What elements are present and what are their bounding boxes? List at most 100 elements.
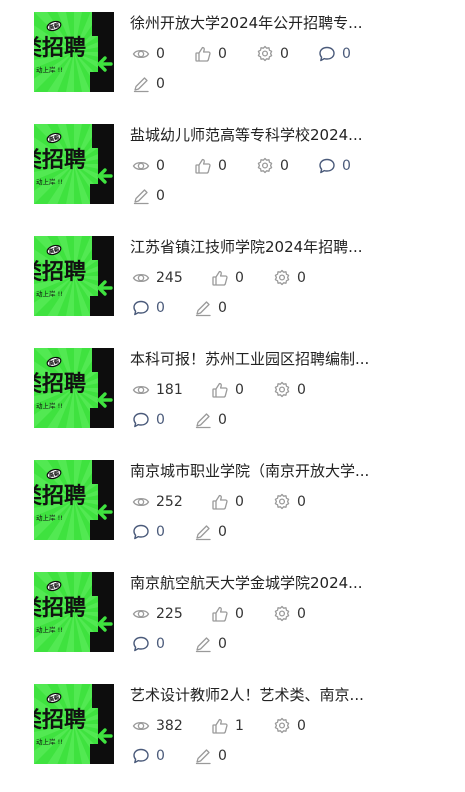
gear-star-icon[interactable] bbox=[256, 45, 280, 63]
thumbs-up-icon[interactable] bbox=[194, 45, 218, 63]
edits-stat[interactable]: 0 bbox=[194, 410, 227, 430]
views-stat: 181 bbox=[132, 380, 183, 400]
list-item[interactable]: 高薪 类招聘 动上岸 !! 徐州开放大学2024年公开招聘专... 0 0 0 … bbox=[0, 0, 465, 100]
article-title[interactable]: 本科可报！苏州工业园区招聘编制... bbox=[130, 348, 385, 370]
gear-star-icon[interactable] bbox=[256, 157, 280, 175]
eye-icon bbox=[132, 381, 156, 399]
likes-stat[interactable]: 1 bbox=[211, 716, 244, 736]
likes-stat[interactable]: 0 bbox=[211, 268, 244, 288]
comments-stat[interactable]: 0 bbox=[132, 298, 165, 318]
comments-stat[interactable]: 0 bbox=[318, 44, 351, 64]
favorites-stat[interactable]: 0 bbox=[273, 492, 306, 512]
comments-stat[interactable]: 0 bbox=[132, 522, 165, 542]
comments-stat[interactable]: 0 bbox=[132, 410, 165, 430]
list-item[interactable]: 高薪 类招聘 动上岸 !! 本科可报！苏州工业园区招聘编制... 181 0 0… bbox=[0, 336, 465, 436]
pencil-icon[interactable] bbox=[132, 187, 156, 205]
article-title[interactable]: 南京航空航天大学金城学院2024... bbox=[130, 572, 385, 594]
pencil-icon[interactable] bbox=[194, 299, 218, 317]
likes-stat[interactable]: 0 bbox=[211, 380, 244, 400]
gear-star-icon[interactable] bbox=[273, 605, 297, 623]
thumbs-up-icon[interactable] bbox=[211, 717, 235, 735]
svg-text:类招聘: 类招聘 bbox=[34, 708, 86, 733]
comment-bubble-icon[interactable] bbox=[132, 299, 156, 317]
article-thumbnail[interactable]: 高薪 类招聘 动上岸 !! bbox=[34, 572, 114, 652]
svg-text:类招聘: 类招聘 bbox=[34, 372, 86, 397]
edits-stat[interactable]: 0 bbox=[194, 746, 227, 766]
article-thumbnail[interactable]: 高薪 类招聘 动上岸 !! bbox=[34, 348, 114, 428]
list-item[interactable]: 高薪 类招聘 动上岸 !! 艺术设计教师2人！艺术类、南京... 382 1 0… bbox=[0, 672, 465, 772]
list-item[interactable]: 高薪 类招聘 动上岸 !! 盐城幼儿师范高等专科学校2024... 0 0 0 … bbox=[0, 112, 465, 212]
article-title[interactable]: 艺术设计教师2人！艺术类、南京... bbox=[130, 684, 385, 706]
eye-icon bbox=[132, 45, 156, 63]
list-item[interactable]: 高薪 类招聘 动上岸 !! 南京航空航天大学金城学院2024... 225 0 … bbox=[0, 560, 465, 660]
pencil-icon[interactable] bbox=[194, 635, 218, 653]
edits-stat[interactable]: 0 bbox=[132, 186, 165, 206]
favorites-stat[interactable]: 0 bbox=[273, 268, 306, 288]
views-stat: 252 bbox=[132, 492, 183, 512]
svg-text:动上岸 !!: 动上岸 !! bbox=[36, 625, 63, 634]
comment-bubble-icon[interactable] bbox=[132, 411, 156, 429]
comment-bubble-icon[interactable] bbox=[318, 157, 342, 175]
article-title[interactable]: 徐州开放大学2024年公开招聘专... bbox=[130, 12, 385, 34]
pencil-icon[interactable] bbox=[194, 411, 218, 429]
eye-icon bbox=[132, 717, 156, 735]
eye-icon bbox=[132, 157, 156, 175]
article-title[interactable]: 南京城市职业学院（南京开放大学... bbox=[130, 460, 385, 482]
article-thumbnail[interactable]: 高薪 类招聘 动上岸 !! bbox=[34, 460, 114, 540]
thumbs-up-icon[interactable] bbox=[194, 157, 218, 175]
eye-icon bbox=[132, 605, 156, 623]
svg-text:动上岸 !!: 动上岸 !! bbox=[36, 289, 63, 298]
svg-text:动上岸 !!: 动上岸 !! bbox=[36, 401, 63, 410]
comments-stat[interactable]: 0 bbox=[132, 634, 165, 654]
likes-stat[interactable]: 0 bbox=[211, 492, 244, 512]
article-thumbnail[interactable]: 高薪 类招聘 动上岸 !! bbox=[34, 236, 114, 316]
article-title[interactable]: 盐城幼儿师范高等专科学校2024... bbox=[130, 124, 385, 146]
gear-star-icon[interactable] bbox=[273, 717, 297, 735]
thumbs-up-icon[interactable] bbox=[211, 269, 235, 287]
svg-text:类招聘: 类招聘 bbox=[34, 484, 86, 509]
svg-text:动上岸 !!: 动上岸 !! bbox=[36, 513, 63, 522]
favorites-stat[interactable]: 0 bbox=[273, 380, 306, 400]
eye-icon bbox=[132, 493, 156, 511]
comments-stat[interactable]: 0 bbox=[132, 746, 165, 766]
article-title[interactable]: 江苏省镇江技师学院2024年招聘... bbox=[130, 236, 385, 258]
edits-stat[interactable]: 0 bbox=[132, 74, 165, 94]
comments-stat[interactable]: 0 bbox=[318, 156, 351, 176]
gear-star-icon[interactable] bbox=[273, 493, 297, 511]
likes-stat[interactable]: 0 bbox=[211, 604, 244, 624]
svg-text:类招聘: 类招聘 bbox=[34, 260, 86, 285]
edits-stat[interactable]: 0 bbox=[194, 634, 227, 654]
views-stat: 382 bbox=[132, 716, 183, 736]
favorites-stat[interactable]: 0 bbox=[273, 716, 306, 736]
article-list: 高薪 类招聘 动上岸 !! 徐州开放大学2024年公开招聘专... 0 0 0 … bbox=[0, 0, 465, 792]
edits-stat[interactable]: 0 bbox=[194, 298, 227, 318]
favorites-stat[interactable]: 0 bbox=[256, 156, 289, 176]
likes-stat[interactable]: 0 bbox=[194, 156, 227, 176]
views-stat: 225 bbox=[132, 604, 183, 624]
article-thumbnail[interactable]: 高薪 类招聘 动上岸 !! bbox=[34, 124, 114, 204]
edits-stat[interactable]: 0 bbox=[194, 522, 227, 542]
pencil-icon[interactable] bbox=[194, 523, 218, 541]
comment-bubble-icon[interactable] bbox=[132, 747, 156, 765]
svg-text:类招聘: 类招聘 bbox=[34, 36, 86, 61]
thumbs-up-icon[interactable] bbox=[211, 605, 235, 623]
likes-stat[interactable]: 0 bbox=[194, 44, 227, 64]
thumbs-up-icon[interactable] bbox=[211, 493, 235, 511]
views-stat: 245 bbox=[132, 268, 183, 288]
list-item[interactable]: 高薪 类招聘 动上岸 !! 南京城市职业学院（南京开放大学... 252 0 0… bbox=[0, 448, 465, 548]
thumbs-up-icon[interactable] bbox=[211, 381, 235, 399]
comment-bubble-icon[interactable] bbox=[132, 635, 156, 653]
comment-bubble-icon[interactable] bbox=[132, 523, 156, 541]
comment-bubble-icon[interactable] bbox=[318, 45, 342, 63]
pencil-icon[interactable] bbox=[194, 747, 218, 765]
pencil-icon[interactable] bbox=[132, 75, 156, 93]
gear-star-icon[interactable] bbox=[273, 381, 297, 399]
article-thumbnail[interactable]: 高薪 类招聘 动上岸 !! bbox=[34, 12, 114, 92]
favorites-stat[interactable]: 0 bbox=[273, 604, 306, 624]
gear-star-icon[interactable] bbox=[273, 269, 297, 287]
svg-text:类招聘: 类招聘 bbox=[34, 596, 86, 621]
article-thumbnail[interactable]: 高薪 类招聘 动上岸 !! bbox=[34, 684, 114, 764]
list-item[interactable]: 高薪 类招聘 动上岸 !! 江苏省镇江技师学院2024年招聘... 245 0 … bbox=[0, 224, 465, 324]
favorites-stat[interactable]: 0 bbox=[256, 44, 289, 64]
views-stat: 0 bbox=[132, 44, 165, 64]
